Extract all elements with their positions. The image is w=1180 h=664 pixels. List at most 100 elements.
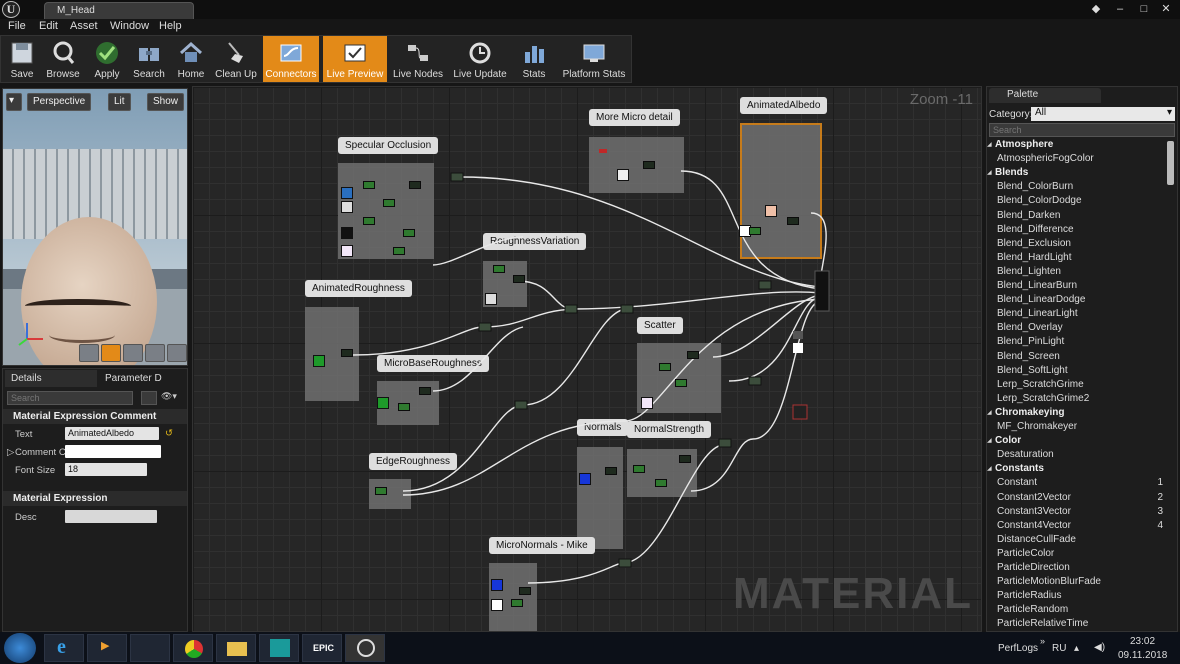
view-options-icon[interactable] xyxy=(141,391,157,405)
font-size-field[interactable]: 18 xyxy=(65,463,147,476)
show-button[interactable]: Show xyxy=(147,93,185,111)
palette-item[interactable]: ParticleDirection xyxy=(997,562,1070,576)
terminal-icon[interactable] xyxy=(130,634,170,662)
math-node[interactable] xyxy=(375,487,387,495)
palette-category[interactable]: Constants xyxy=(995,463,1044,477)
math-node[interactable] xyxy=(787,217,799,225)
palette-item[interactable]: Constant2Vector xyxy=(997,492,1071,506)
taskbar-chevron-icon[interactable]: » xyxy=(1040,636,1045,646)
tab-palette[interactable]: Palette xyxy=(989,88,1101,103)
desc-field[interactable] xyxy=(65,510,157,523)
lit-button[interactable]: Lit xyxy=(108,93,131,111)
constant-node[interactable] xyxy=(341,227,353,239)
math-node[interactable] xyxy=(605,467,617,475)
palette-item[interactable]: Blend_PinLight xyxy=(997,336,1064,350)
menu-asset[interactable]: Asset xyxy=(70,20,98,32)
palette-category[interactable]: Color xyxy=(995,435,1021,449)
palette-item[interactable]: Constant4Vector xyxy=(997,520,1071,534)
palette-item[interactable]: Blend_ColorDodge xyxy=(997,195,1082,209)
math-node[interactable] xyxy=(493,265,505,273)
perspective-button[interactable]: Perspective xyxy=(27,93,92,111)
palette-item[interactable]: Blend_Darken xyxy=(997,210,1060,224)
math-node[interactable] xyxy=(679,455,691,463)
browse-button[interactable]: Browse xyxy=(43,36,83,82)
taskbar-folder[interactable]: PerfLogs xyxy=(998,643,1038,654)
constant-node[interactable] xyxy=(641,397,653,409)
math-node[interactable] xyxy=(341,349,353,357)
reset-icon[interactable]: ↺ xyxy=(165,428,173,439)
math-node[interactable] xyxy=(659,363,671,371)
math-node[interactable] xyxy=(363,217,375,225)
math-node[interactable] xyxy=(643,161,655,169)
constant-node[interactable] xyxy=(617,169,629,181)
palette-item[interactable]: Lerp_ScratchGrime2 xyxy=(997,393,1089,407)
texture-sample-node[interactable] xyxy=(485,293,497,305)
unreal-engine-icon[interactable] xyxy=(345,634,385,662)
viewport-menu-button[interactable]: ▾ xyxy=(6,93,22,111)
palette-item[interactable]: AtmosphericFogColor xyxy=(997,153,1094,167)
stats-button[interactable]: Stats xyxy=(515,36,553,82)
palette-item[interactable]: Blend_Screen xyxy=(997,351,1060,365)
constant-node[interactable] xyxy=(341,245,353,257)
minimize-icon[interactable]: – xyxy=(1112,2,1128,16)
math-node[interactable] xyxy=(655,479,667,487)
text-field[interactable]: AnimatedAlbedo xyxy=(65,427,159,440)
live-preview-button[interactable]: Live Preview xyxy=(323,36,387,82)
preview-mesh-button[interactable] xyxy=(167,344,187,362)
preview-cylinder-button[interactable] xyxy=(79,344,99,362)
section-material-expression-comment[interactable]: Material Expression Comment xyxy=(3,409,187,424)
asset-tab[interactable]: M_Head xyxy=(44,2,194,19)
math-node[interactable] xyxy=(511,599,523,607)
palette-item[interactable]: Blend_LinearBurn xyxy=(997,280,1077,294)
media-player-icon[interactable]: ▶ xyxy=(87,634,127,662)
eye-icon[interactable]: 👁▾ xyxy=(161,391,185,405)
palette-item[interactable]: ParticleMotionBlurFade xyxy=(997,576,1101,590)
close-icon[interactable]: ✕ xyxy=(1158,2,1174,16)
apply-button[interactable]: Apply xyxy=(87,36,127,82)
palette-item[interactable]: Constant3Vector xyxy=(997,506,1071,520)
normal-map-node[interactable] xyxy=(491,579,503,591)
palette-item[interactable]: Constant xyxy=(997,477,1037,491)
language-indicator[interactable]: RU xyxy=(1052,643,1066,654)
live-nodes-button[interactable]: Live Nodes xyxy=(391,36,445,82)
live-update-button[interactable]: Live Update xyxy=(451,36,509,82)
clean-up-button[interactable]: Clean Up xyxy=(213,36,259,82)
chrome-icon[interactable] xyxy=(173,634,213,662)
math-node[interactable] xyxy=(409,181,421,189)
palette-item[interactable]: Blend_ColorBurn xyxy=(997,181,1073,195)
comment-color-swatch[interactable] xyxy=(65,445,161,458)
palette-item[interactable]: DistanceCullFade xyxy=(997,534,1076,548)
3dsmax-icon[interactable] xyxy=(259,634,299,662)
constant-node[interactable] xyxy=(491,599,503,611)
math-node[interactable] xyxy=(749,227,761,235)
texture-sample-node[interactable] xyxy=(341,187,353,199)
connectors-button[interactable]: Connectors xyxy=(263,36,319,82)
maximize-icon[interactable]: □ xyxy=(1136,2,1152,16)
palette-category[interactable]: Atmosphere xyxy=(995,139,1053,153)
palette-item[interactable]: Blend_Exclusion xyxy=(997,238,1071,252)
math-node[interactable] xyxy=(419,387,431,395)
palette-item[interactable]: Lerp_ScratchGrime xyxy=(997,379,1084,393)
explorer-icon[interactable] xyxy=(216,634,256,662)
color-node[interactable] xyxy=(765,205,777,217)
math-node[interactable] xyxy=(519,587,531,595)
math-node[interactable] xyxy=(393,247,405,255)
palette-scrollbar[interactable] xyxy=(1167,141,1174,185)
tray-up-icon[interactable]: ▴ xyxy=(1074,643,1079,654)
start-button[interactable] xyxy=(4,633,36,663)
math-node[interactable] xyxy=(633,465,645,473)
clock-date[interactable]: 09.11.2018 xyxy=(1118,650,1167,661)
epic-launcher-icon[interactable]: EPIC xyxy=(302,634,342,662)
palette-item[interactable]: Blend_Difference xyxy=(997,224,1074,238)
section-material-expression[interactable]: Material Expression xyxy=(3,491,187,506)
constant-node[interactable] xyxy=(377,397,389,409)
math-node[interactable] xyxy=(383,199,395,207)
menu-help[interactable]: Help xyxy=(159,20,182,32)
palette-item[interactable]: Blend_Lighten xyxy=(997,266,1061,280)
texture-sample-node[interactable] xyxy=(341,201,353,213)
preview-plane-button[interactable] xyxy=(123,344,143,362)
material-graph-canvas[interactable]: Zoom -11 MATERIAL Specular Occlusion Mor… xyxy=(192,86,982,632)
math-node[interactable] xyxy=(675,379,687,387)
math-node[interactable] xyxy=(513,275,525,283)
tab-details[interactable]: Details xyxy=(5,370,97,387)
